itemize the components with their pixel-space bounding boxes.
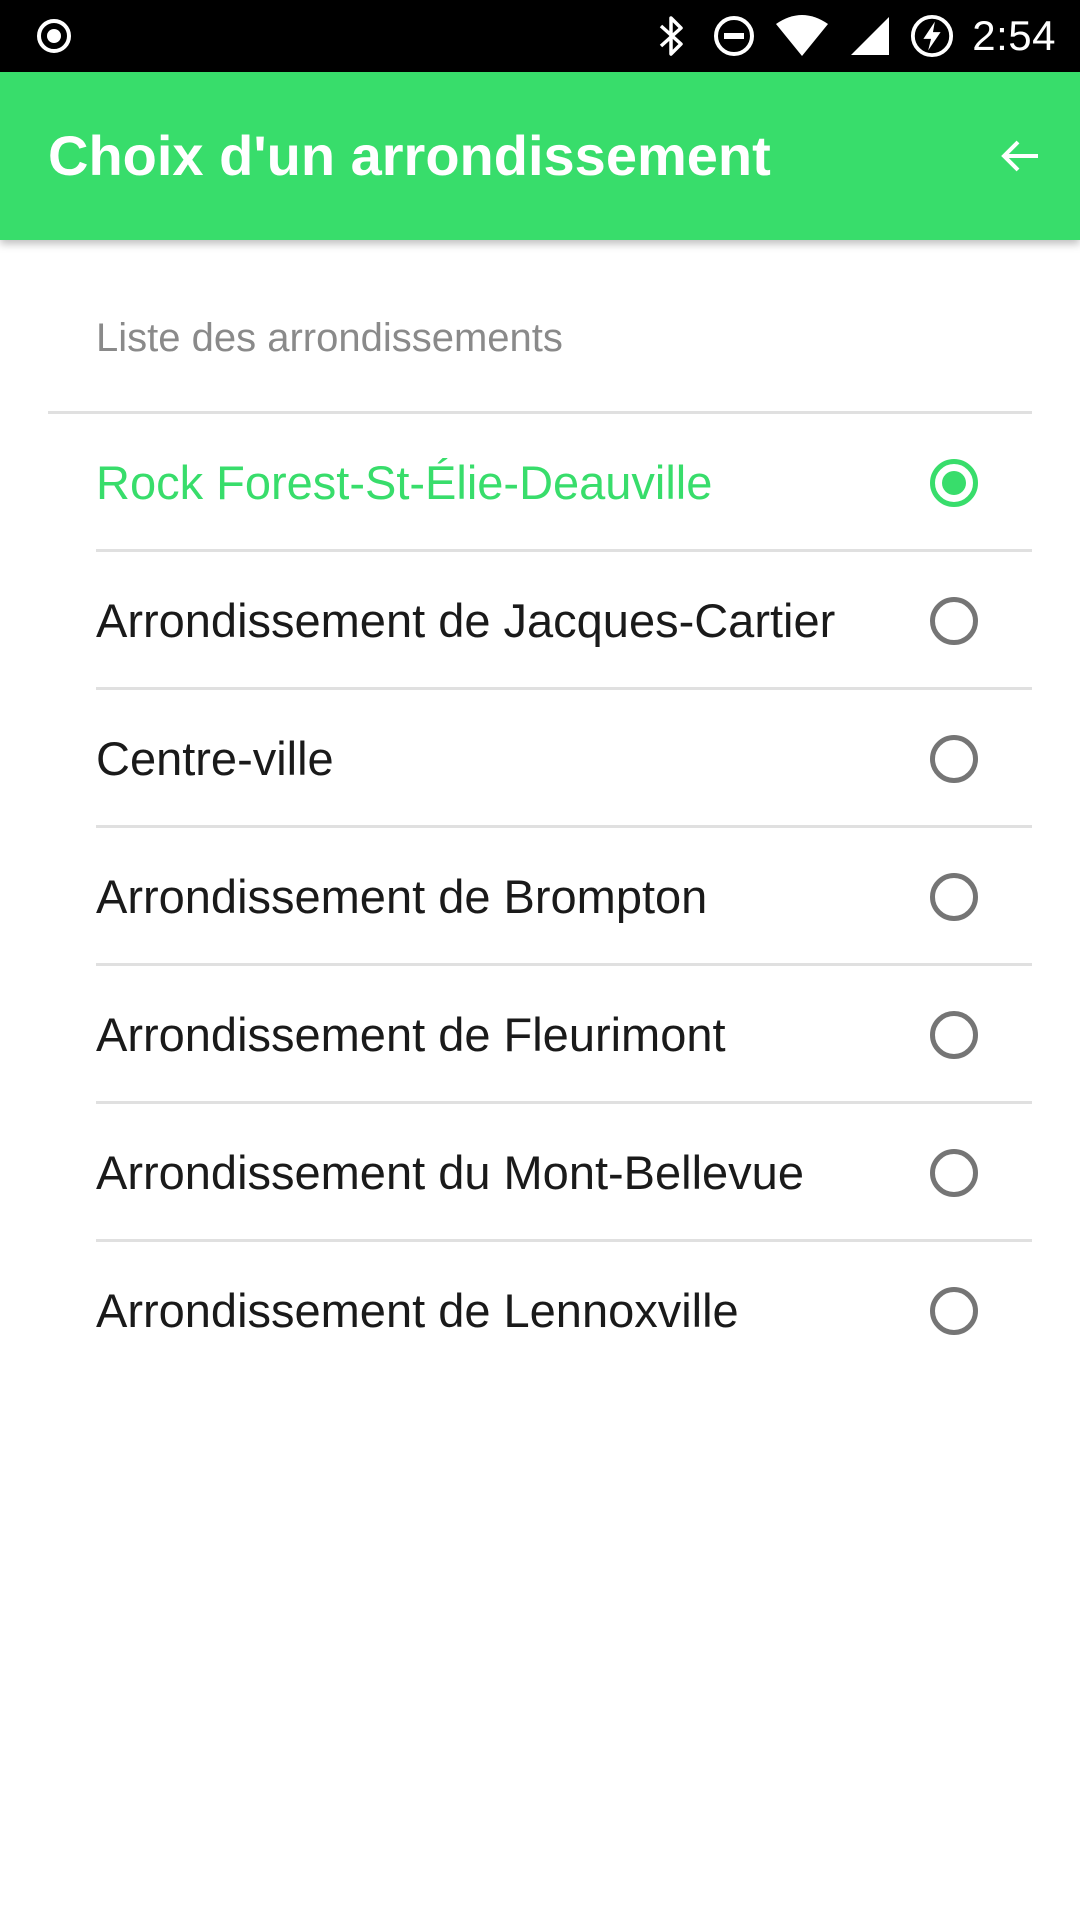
back-button[interactable] bbox=[988, 124, 1052, 188]
radio-button[interactable] bbox=[930, 1287, 978, 1335]
list-item[interactable]: Arrondissement du Mont-Bellevue bbox=[0, 1104, 1080, 1242]
arrow-back-icon bbox=[1001, 140, 1038, 172]
list-header: Liste des arrondissements bbox=[96, 316, 563, 360]
district-list: Rock Forest-St-Élie-Deauville Arrondisse… bbox=[0, 414, 1080, 1380]
app-bar: Choix d'un arrondissement bbox=[0, 72, 1080, 240]
radio-button[interactable] bbox=[930, 735, 978, 783]
list-item-label: Rock Forest-St-Élie-Deauville bbox=[96, 456, 713, 509]
bluetooth-icon bbox=[650, 14, 694, 58]
radio-button[interactable] bbox=[930, 873, 978, 921]
list-item[interactable]: Centre-ville bbox=[0, 690, 1080, 828]
list-item-label: Arrondissement de Fleurimont bbox=[96, 1008, 726, 1061]
list-item-label: Arrondissement de Jacques-Cartier bbox=[96, 594, 836, 647]
battery-charging-icon bbox=[910, 14, 954, 58]
page-title: Choix d'un arrondissement bbox=[48, 124, 771, 187]
radio-button[interactable] bbox=[930, 597, 978, 645]
status-bar: 2:54 bbox=[0, 0, 1080, 72]
list-item[interactable]: Arrondissement de Brompton bbox=[0, 828, 1080, 966]
list-item[interactable]: Rock Forest-St-Élie-Deauville bbox=[0, 414, 1080, 552]
list-item-label: Arrondissement du Mont-Bellevue bbox=[96, 1146, 804, 1199]
do-not-disturb-icon bbox=[712, 14, 756, 58]
radio-button[interactable] bbox=[930, 1149, 978, 1197]
list-item[interactable]: Arrondissement de Jacques-Cartier bbox=[0, 552, 1080, 690]
radio-button[interactable] bbox=[930, 459, 978, 507]
list-item-label: Arrondissement de Lennoxville bbox=[96, 1284, 739, 1337]
list-item[interactable]: Arrondissement de Fleurimont bbox=[0, 966, 1080, 1104]
radio-selected-dot bbox=[942, 471, 966, 495]
radio-button[interactable] bbox=[930, 1011, 978, 1059]
list-item-label: Arrondissement de Brompton bbox=[96, 870, 708, 923]
list-item[interactable]: Arrondissement de Lennoxville bbox=[0, 1242, 1080, 1380]
record-icon bbox=[34, 16, 74, 56]
signal-icon bbox=[848, 14, 892, 58]
wifi-icon bbox=[774, 14, 830, 58]
status-time: 2:54 bbox=[972, 12, 1056, 59]
list-item-label: Centre-ville bbox=[96, 732, 334, 785]
